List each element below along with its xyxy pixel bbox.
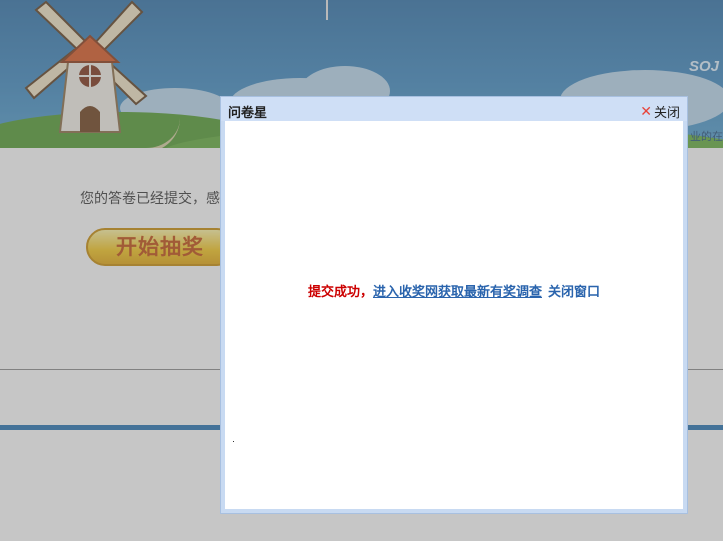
survey-link[interactable]: 进入收奖网获取最新有奖调查	[373, 285, 542, 300]
dialog-titlebar: 问卷星 ✕ 关闭	[221, 97, 687, 121]
success-dialog: 问卷星 ✕ 关闭 提交成功，进入收奖网获取最新有奖调查 关闭窗口	[220, 96, 688, 514]
dialog-message: 提交成功，进入收奖网获取最新有奖调查 关闭窗口	[225, 281, 683, 300]
success-text: 提交成功，	[307, 285, 373, 300]
close-icon: ✕	[640, 103, 652, 120]
dialog-title: 问卷星	[228, 106, 268, 121]
dialog-close-label: 关闭	[653, 106, 680, 121]
dot	[233, 441, 234, 442]
page: SOJ 业的在 您的答卷已经提交，感 开始抽奖 问卷星 ✕ 关闭 提交成功，进入…	[0, 0, 723, 541]
close-window-link[interactable]: 关闭窗口	[548, 285, 600, 300]
dialog-close-button[interactable]: ✕ 关闭	[640, 102, 680, 122]
dialog-body: 提交成功，进入收奖网获取最新有奖调查 关闭窗口	[225, 121, 683, 509]
